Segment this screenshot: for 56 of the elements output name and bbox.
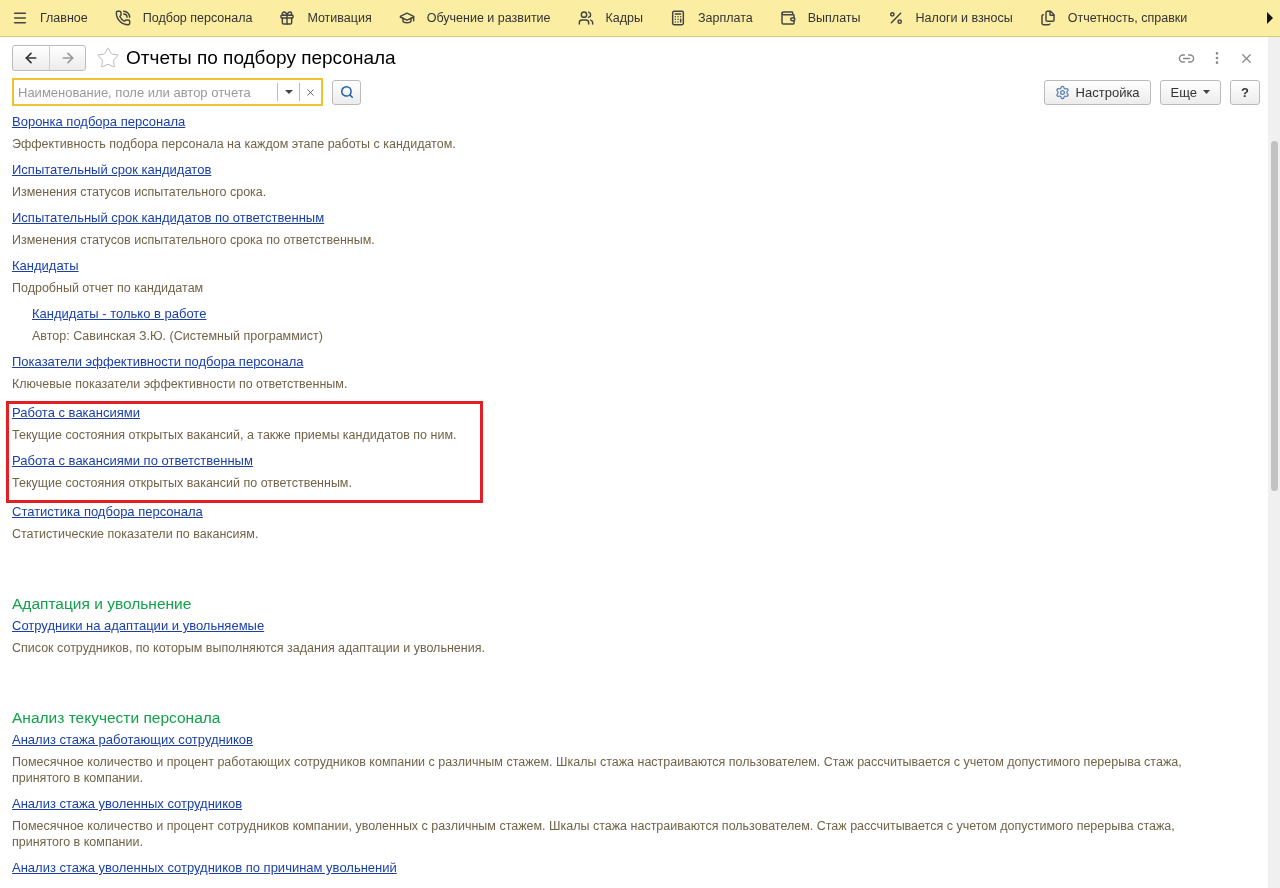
report-link[interactable]: Анализ стажа уволенных сотрудников [12, 796, 243, 812]
gear-icon [1054, 84, 1070, 100]
settings-button[interactable]: Настройка [1043, 79, 1151, 105]
report-description: Список сотрудников, по которым выполняются задания адаптации и увольнения. [12, 640, 486, 656]
section-heading: Адаптация и увольнение [12, 595, 193, 613]
report-description: Статистические показатели по вакансиям. [12, 526, 260, 542]
report-description: Изменения статусов испытательного срока по ответственным. [12, 232, 376, 248]
report-link[interactable]: Сотрудники на адаптации и увольняемые [12, 618, 265, 634]
report-description: Изменения статусов испытательного срока. [12, 184, 268, 200]
report-link[interactable]: Работа с вакансиями [12, 405, 140, 421]
window-title: Отчеты по подбору персонала [126, 47, 397, 69]
section-tab[interactable]: Подбор персонала [114, 10, 253, 26]
report-link[interactable]: Анализ стажа работающих сотрудников [12, 732, 253, 748]
search-button[interactable] [332, 79, 361, 105]
report-description: Ключевые показатели эффективности по ответственным. [12, 376, 349, 392]
favorite-star-icon[interactable] [96, 46, 120, 70]
section-tab[interactable]: Зарплата [670, 10, 753, 26]
phone-icon [114, 10, 131, 26]
section-tab[interactable]: Выплаты [779, 10, 861, 26]
help-button[interactable]: ? [1230, 79, 1260, 105]
search-field[interactable]: Наименование, поле или автор отчета [12, 78, 323, 106]
report-link[interactable]: Испытательный срок кандидатов [12, 162, 212, 178]
report-link[interactable]: Работа с вакансиями по ответственным [12, 453, 253, 469]
percent-icon [887, 10, 904, 26]
report-link[interactable]: Кандидаты [12, 258, 79, 274]
documents-icon [1039, 10, 1056, 26]
report-description: Автор: Савинская З.Ю. (Системный программист) [32, 328, 324, 344]
report-link[interactable]: Анализ стажа уволенных сотрудников по причинам увольнений [12, 860, 397, 876]
wallet-icon [779, 10, 796, 26]
section-tab[interactable]: Отчетность, справки [1039, 10, 1188, 26]
report-description: Помесячное количество и процент сотрудников компании, уволенных с различным стажем. Шкалы стажа настраиваются пользователем. Стаж рассчитывается с учетом допустимого перерыва стажа, принятого в компании. [12, 818, 1176, 850]
report-link[interactable]: Статистика подбора персонала [12, 504, 203, 520]
section-tab[interactable]: Главное [12, 10, 88, 26]
gift-icon [279, 10, 296, 26]
report-link[interactable]: Показатели эффективности подбора персонала [12, 354, 304, 370]
section-tab[interactable]: Налоги и взносы [887, 10, 1013, 26]
graduation-cap-icon [398, 10, 415, 26]
caret-icon [1203, 90, 1211, 94]
section-heading: Анализ текучести персонала [12, 709, 222, 727]
users-icon [577, 10, 594, 26]
more-button[interactable]: Еще [1159, 79, 1222, 105]
report-link[interactable]: Воронка подбора персонала [12, 114, 186, 130]
report-link[interactable]: Кандидаты - только в работе [32, 306, 207, 322]
search-icon [339, 85, 354, 99]
section-tab[interactable]: Кадры [577, 10, 644, 26]
report-description: Текущие состояния открытых вакансий, а также приемы кандидатов по ним. [12, 427, 458, 443]
menu-icon [12, 10, 28, 26]
section-tab[interactable]: Мотивация [279, 10, 372, 26]
scrollbar[interactable] [1268, 37, 1280, 888]
report-description: Эффективность подбора персонала на каждом этапе работы с кандидатом. [12, 136, 457, 152]
section-tab[interactable]: Обучение и развитие [398, 10, 551, 26]
report-description: Текущие состояния открытых вакансий по ответственным. [12, 475, 353, 491]
report-link[interactable]: Испытательный срок кандидатов по ответственным [12, 210, 325, 226]
report-description: Подробный отчет по кандидатам [12, 280, 205, 296]
report-description: Помесячное количество и процент работающих сотрудников компании с различным стажем. Шкалы стажа настраиваются пользователем. Стаж рассчитывается с учетом допустимого перерыва стажа, принятого в компании. [12, 754, 1183, 786]
calculator-icon [670, 10, 687, 26]
